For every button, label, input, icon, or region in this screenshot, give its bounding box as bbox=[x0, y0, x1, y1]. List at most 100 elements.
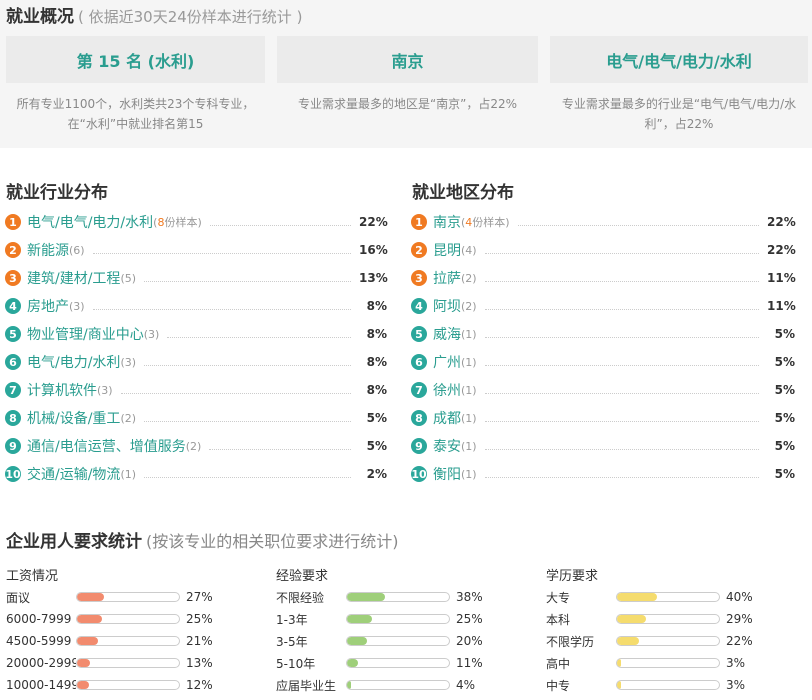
industry-name-link[interactable]: 通信/电信运营、增值服务 bbox=[27, 436, 186, 456]
dotted-leader bbox=[517, 224, 759, 226]
region-title: 就业地区分布 bbox=[412, 183, 514, 203]
percentage: 5% bbox=[774, 467, 795, 481]
requirement-column-title: 经验要求 bbox=[276, 569, 329, 584]
industry-name-link[interactable]: 机械/设备/重工 bbox=[27, 408, 120, 428]
bar-label: 4500-5999 bbox=[6, 634, 72, 648]
rank-badge: 9 bbox=[411, 438, 427, 454]
dotted-leader bbox=[92, 308, 351, 310]
region-row[interactable]: 1 南京 (4份样本) 22% bbox=[411, 209, 796, 235]
percentage: 8% bbox=[366, 383, 387, 397]
progress-bar-track bbox=[616, 636, 720, 646]
region-name-link[interactable]: 威海 bbox=[433, 324, 461, 344]
industry-name-link[interactable]: 房地产 bbox=[27, 296, 69, 316]
region-name-link[interactable]: 成都 bbox=[433, 408, 461, 428]
progress-bar-track bbox=[616, 592, 720, 602]
region-row[interactable]: 9 泰安 (1) 5% bbox=[411, 433, 795, 459]
industry-name-link[interactable]: 交通/运输/物流 bbox=[27, 464, 120, 484]
requirements-header: 企业用人要求统计 (按该专业的相关职位要求进行统计) bbox=[6, 527, 399, 552]
dotted-leader bbox=[167, 336, 351, 338]
dotted-leader bbox=[120, 392, 351, 394]
dotted-leader bbox=[209, 448, 351, 450]
industry-name-link[interactable]: 新能源 bbox=[27, 240, 69, 260]
sample-count: (1) bbox=[461, 384, 477, 397]
industry-row[interactable]: 8 机械/设备/重工 (2) 5% bbox=[5, 405, 387, 431]
bar-percentage: 3% bbox=[726, 678, 746, 692]
region-name-link[interactable]: 南京 bbox=[433, 212, 461, 232]
requirement-bar-row: 大专 40% bbox=[546, 586, 753, 608]
percentage: 22% bbox=[767, 215, 796, 229]
top-region-desc: 专业需求量最多的地区是“南京”，占22% bbox=[297, 97, 518, 111]
rank-badge: 4 bbox=[5, 298, 21, 314]
sample-count: (2) bbox=[120, 412, 136, 425]
progress-bar-fill bbox=[347, 593, 385, 601]
sample-count: (4) bbox=[461, 244, 477, 257]
dotted-leader bbox=[209, 224, 351, 226]
requirement-bar-row: 6000-7999 25% bbox=[6, 608, 213, 630]
bar-percentage: 25% bbox=[456, 612, 483, 626]
sample-count-pre: (2) bbox=[461, 299, 477, 313]
percentage: 22% bbox=[767, 243, 796, 257]
bar-percentage: 27% bbox=[186, 590, 213, 604]
region-name-link[interactable]: 广州 bbox=[433, 352, 461, 372]
dotted-leader bbox=[144, 280, 351, 282]
region-name-link[interactable]: 泰安 bbox=[433, 436, 461, 456]
region-row[interactable]: 8 成都 (1) 5% bbox=[411, 405, 795, 431]
rank-badge: 7 bbox=[411, 382, 427, 398]
dotted-leader bbox=[484, 336, 759, 338]
industry-row[interactable]: 2 新能源 (6) 16% bbox=[5, 237, 388, 263]
progress-bar-track bbox=[346, 680, 450, 690]
industry-name-link[interactable]: 物业管理/商业中心 bbox=[27, 324, 144, 344]
region-row[interactable]: 10 衡阳 (1) 5% bbox=[411, 461, 795, 487]
industry-row[interactable]: 6 电气/电力/水利 (3) 8% bbox=[5, 349, 387, 375]
progress-bar-track bbox=[616, 614, 720, 624]
sample-count: (6) bbox=[69, 244, 85, 257]
region-name-link[interactable]: 阿坝 bbox=[433, 296, 461, 316]
percentage: 8% bbox=[366, 355, 387, 369]
progress-bar-fill bbox=[77, 681, 89, 689]
region-name-link[interactable]: 拉萨 bbox=[433, 268, 461, 288]
industry-row[interactable]: 5 物业管理/商业中心 (3) 8% bbox=[5, 321, 387, 347]
region-row[interactable]: 2 昆明 (4) 22% bbox=[411, 237, 796, 263]
bar-percentage: 20% bbox=[456, 634, 483, 648]
industry-row[interactable]: 9 通信/电信运营、增值服务 (2) 5% bbox=[5, 433, 387, 459]
bar-percentage: 25% bbox=[186, 612, 213, 626]
industry-name-link[interactable]: 建筑/建材/工程 bbox=[27, 268, 120, 288]
region-row[interactable]: 7 徐州 (1) 5% bbox=[411, 377, 795, 403]
dotted-leader bbox=[484, 308, 759, 310]
dotted-leader bbox=[484, 420, 759, 422]
industry-row[interactable]: 7 计算机软件 (3) 8% bbox=[5, 377, 387, 403]
region-row[interactable]: 3 拉萨 (2) 11% bbox=[411, 265, 796, 291]
sample-count-post: 份样本) bbox=[472, 216, 510, 229]
percentage: 8% bbox=[366, 327, 387, 341]
ranking-desc: 所有专业1100个，水利类共23个专科专业，在“水利”中就业排名第15 bbox=[16, 97, 255, 131]
region-name-link[interactable]: 徐州 bbox=[433, 380, 461, 400]
industry-row[interactable]: 10 交通/运输/物流 (1) 2% bbox=[5, 461, 387, 487]
region-name-link[interactable]: 衡阳 bbox=[433, 464, 461, 484]
industry-row[interactable]: 1 电气/电气/电力/水利 (8份样本) 22% bbox=[5, 209, 388, 235]
percentage: 5% bbox=[774, 327, 795, 341]
progress-bar-fill bbox=[617, 681, 621, 689]
region-row[interactable]: 4 阿坝 (2) 11% bbox=[411, 293, 796, 319]
bar-label: 20000-29999 bbox=[6, 656, 76, 670]
industry-row[interactable]: 4 房地产 (3) 8% bbox=[5, 293, 387, 319]
sample-count: (3) bbox=[69, 300, 85, 313]
region-row[interactable]: 6 广州 (1) 5% bbox=[411, 349, 795, 375]
rank-badge: 4 bbox=[411, 298, 427, 314]
bar-label: 不限经验 bbox=[276, 590, 325, 605]
sample-count-pre: (2) bbox=[120, 411, 137, 425]
top-industry-card: 电气/电气/电力/水利 bbox=[550, 36, 808, 83]
industry-name-link[interactable]: 计算机软件 bbox=[27, 380, 97, 400]
industry-row[interactable]: 3 建筑/建材/工程 (5) 13% bbox=[5, 265, 388, 291]
bar-percentage: 29% bbox=[726, 612, 753, 626]
sample-count: (1) bbox=[120, 468, 136, 481]
rank-badge: 6 bbox=[411, 354, 427, 370]
bar-label: 不限学历 bbox=[546, 634, 595, 649]
progress-bar-track bbox=[346, 614, 450, 624]
industry-name-link[interactable]: 电气/电力/水利 bbox=[27, 352, 120, 372]
progress-bar-track bbox=[346, 592, 450, 602]
region-row[interactable]: 5 威海 (1) 5% bbox=[411, 321, 795, 347]
industry-name-link[interactable]: 电气/电气/电力/水利 bbox=[27, 212, 153, 232]
progress-bar-fill bbox=[77, 637, 98, 645]
region-name-link[interactable]: 昆明 bbox=[433, 240, 461, 260]
progress-bar-fill bbox=[347, 659, 358, 667]
